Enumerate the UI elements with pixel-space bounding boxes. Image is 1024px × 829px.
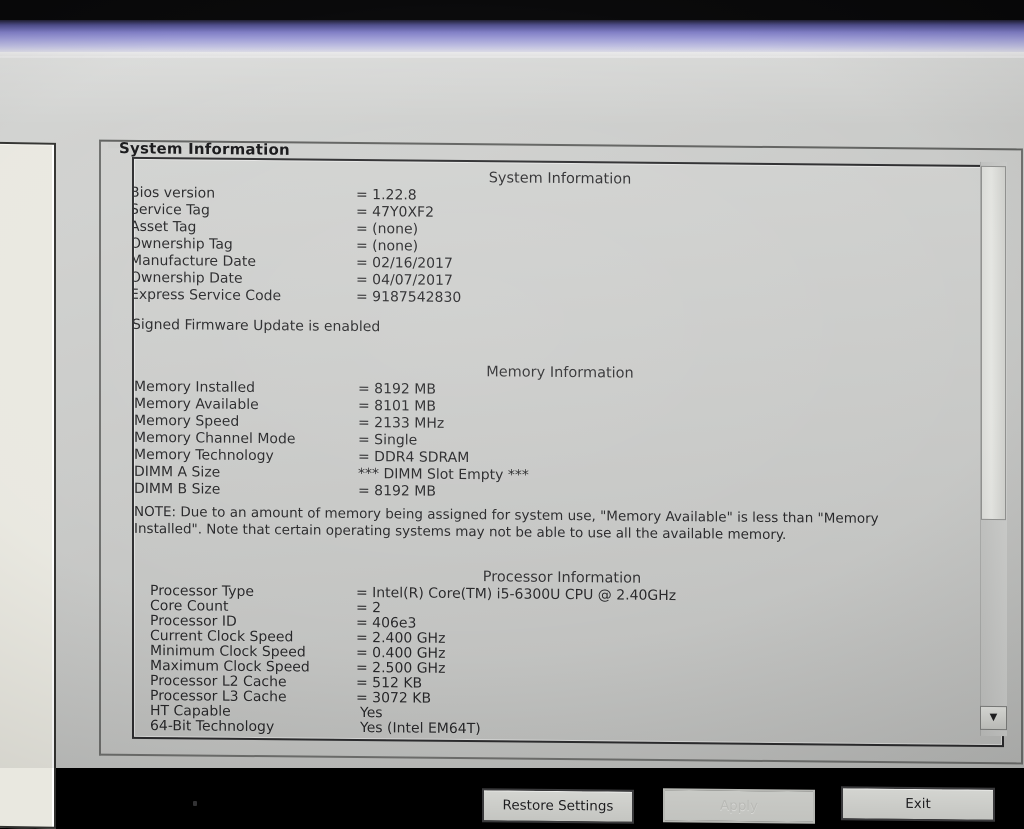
row-value: Yes (Intel EM64T) bbox=[360, 720, 481, 738]
photo-dust-speck bbox=[193, 801, 197, 806]
row-value: = 9187542830 bbox=[356, 288, 462, 306]
table-row: Current Clock Speed = 2.400 GHz bbox=[150, 628, 990, 647]
row-value: = 2133 MHz bbox=[358, 414, 445, 432]
system-information-content: System Information Bios version = 1.22.8… bbox=[132, 159, 1002, 745]
table-row: Memory Channel Mode = Single bbox=[134, 430, 994, 449]
bios-nav-tree-panel[interactable] bbox=[0, 141, 56, 829]
row-label: Manufacture Date bbox=[132, 252, 256, 271]
scroll-down-button[interactable]: ▼ bbox=[980, 705, 1007, 731]
row-value: = 406e3 bbox=[356, 614, 417, 632]
row-value: = 04/07/2017 bbox=[356, 271, 453, 289]
row-value: *** DIMM Slot Empty *** bbox=[358, 465, 529, 484]
signed-firmware-update-status: Signed Firmware Update is enabled bbox=[132, 316, 381, 336]
row-value: = 8192 MB bbox=[358, 482, 436, 500]
table-row: Ownership Tag = (none) bbox=[132, 236, 990, 255]
row-label: Asset Tag bbox=[132, 218, 197, 236]
row-label: Memory Installed bbox=[134, 378, 256, 396]
row-label: DIMM B Size bbox=[134, 480, 221, 498]
table-row: Memory Technology = DDR4 SDRAM bbox=[134, 447, 994, 466]
row-label: Memory Technology bbox=[134, 446, 274, 465]
row-value: = 1.22.8 bbox=[356, 186, 417, 204]
group-box-legend: System Information bbox=[119, 139, 290, 159]
table-row: Processor ID = 406e3 bbox=[150, 613, 990, 632]
table-row: Express Service Code = 9187542830 bbox=[132, 287, 990, 306]
row-value: = 02/16/2017 bbox=[356, 254, 453, 272]
section-heading-system-information: System Information bbox=[488, 170, 632, 188]
memory-available-note: NOTE: Due to an amount of memory being a… bbox=[134, 503, 879, 544]
table-row: Maximum Clock Speed = 2.500 GHz bbox=[150, 658, 990, 677]
row-label: Service Tag bbox=[132, 201, 210, 219]
table-row: Ownership Date = 04/07/2017 bbox=[132, 270, 990, 289]
row-label: Express Service Code bbox=[132, 286, 282, 305]
row-label: Ownership Date bbox=[132, 269, 243, 287]
row-value: Yes bbox=[360, 705, 383, 722]
table-row: Memory Speed = 2133 MHz bbox=[134, 413, 994, 432]
bios-title-bar bbox=[0, 20, 1024, 56]
row-value: = 8101 MB bbox=[358, 397, 436, 415]
table-row: Manufacture Date = 02/16/2017 bbox=[132, 253, 990, 272]
table-row: Service Tag = 47Y0XF2 bbox=[132, 202, 990, 221]
table-row: Processor L2 Cache = 512 KB bbox=[150, 673, 990, 692]
system-information-content-pane: System Information Bios version = 1.22.8… bbox=[132, 156, 1004, 748]
exit-button[interactable]: Exit bbox=[841, 786, 995, 822]
row-value: = (none) bbox=[356, 237, 419, 255]
row-label: 64-Bit Technology bbox=[150, 717, 275, 736]
table-row: 64-Bit Technology Yes (Intel EM64T) bbox=[150, 718, 990, 737]
bios-screen-photo: System Information System Information Bi… bbox=[0, 0, 1024, 829]
row-label: Ownership Tag bbox=[132, 235, 233, 253]
bios-main-body: System Information System Information Bi… bbox=[0, 58, 1024, 829]
table-row: Memory Available = 8101 MB bbox=[134, 396, 994, 415]
chevron-down-icon: ▼ bbox=[989, 711, 998, 724]
row-label: DIMM A Size bbox=[134, 463, 221, 481]
row-label: Bios version bbox=[132, 184, 216, 202]
table-row: DIMM A Size *** DIMM Slot Empty *** bbox=[134, 464, 994, 484]
table-row: Processor L3 Cache = 3072 KB bbox=[150, 688, 990, 707]
row-value: = (none) bbox=[356, 220, 419, 238]
row-value: = 47Y0XF2 bbox=[356, 203, 435, 221]
row-value: = Intel(R) Core(TM) i5-6300U CPU @ 2.40G… bbox=[356, 584, 677, 605]
row-value: = 8192 MB bbox=[358, 380, 436, 398]
row-value: = Single bbox=[358, 431, 418, 449]
section-heading-memory-information: Memory Information bbox=[486, 364, 634, 382]
row-label: Memory Speed bbox=[134, 412, 240, 430]
row-value: = 2 bbox=[356, 599, 382, 617]
row-value: = DDR4 SDRAM bbox=[358, 448, 470, 467]
apply-button: Apply bbox=[663, 788, 815, 824]
table-row: DIMM B Size = 8192 MB bbox=[134, 481, 994, 500]
scrollbar-thumb[interactable] bbox=[981, 165, 1006, 521]
screen-bezel-top bbox=[0, 0, 1024, 22]
row-label: Memory Available bbox=[134, 395, 259, 414]
table-row: Asset Tag = (none) bbox=[132, 219, 990, 238]
restore-settings-button[interactable]: Restore Settings bbox=[482, 788, 634, 824]
row-label: Memory Channel Mode bbox=[134, 429, 296, 448]
table-row: Minimum Clock Speed = 0.400 GHz bbox=[150, 643, 990, 662]
